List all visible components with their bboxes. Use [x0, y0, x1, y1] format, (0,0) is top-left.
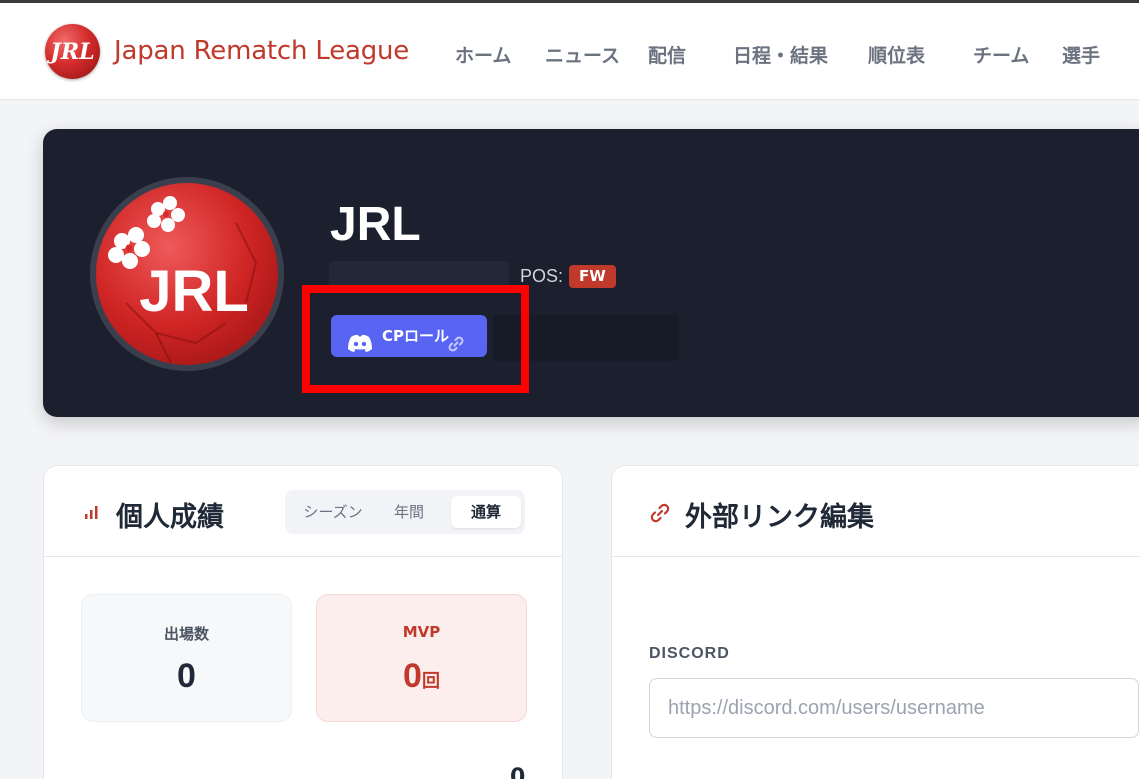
bar-chart-icon	[84, 504, 100, 524]
discord-url-input[interactable]	[649, 678, 1139, 738]
main-nav: ホーム ニュース 配信 日程・結果 順位表 チーム 選手	[0, 41, 1139, 67]
svg-text:JRL: JRL	[139, 259, 249, 324]
nav-home[interactable]: ホーム	[455, 41, 511, 68]
nav-stream[interactable]: 配信	[648, 41, 686, 68]
period-segmented-control: シーズン 年間 通算	[285, 490, 525, 534]
stat-value: 0	[177, 657, 196, 695]
tab-total[interactable]: 通算	[451, 496, 521, 528]
position-badge: FW	[569, 265, 616, 288]
stat-appearances: 出場数 0	[81, 594, 292, 722]
link-icon	[649, 502, 671, 528]
links-card: 外部リンク編集 DISCORD	[611, 465, 1139, 779]
player-hero: JRL JRL POS: FW CPロール	[43, 129, 1139, 417]
links-card-header: 外部リンク編集	[612, 466, 1139, 557]
nav-standings[interactable]: 順位表	[868, 41, 925, 68]
stats-card-header: 個人成績 シーズン 年間 通算	[44, 466, 562, 557]
site-header: JRL Japan Rematch League ホーム ニュース 配信 日程・…	[0, 3, 1139, 100]
highlight-box	[302, 285, 529, 393]
stat-value: 0回	[403, 657, 440, 695]
partial-stat-value: 0	[510, 765, 526, 779]
stats-card: 個人成績 シーズン 年間 通算 出場数 0 MVP 0回	[43, 465, 563, 779]
stat-label: MVP	[402, 623, 441, 641]
stat-label: 出場数	[163, 625, 209, 643]
avatar-image: JRL	[96, 183, 278, 365]
position-label: POS:	[520, 266, 564, 286]
nav-teams[interactable]: チーム	[973, 41, 1029, 68]
player-name: JRL	[330, 198, 421, 251]
discord-field-label: DISCORD	[649, 645, 730, 662]
tab-year[interactable]: 年間	[375, 496, 443, 528]
tab-season[interactable]: シーズン	[293, 496, 373, 528]
avatar: JRL	[90, 177, 284, 371]
nav-schedule[interactable]: 日程・結果	[733, 41, 828, 68]
links-card-title: 外部リンク編集	[685, 502, 874, 533]
nav-news[interactable]: ニュース	[545, 41, 620, 68]
stat-mvp: MVP 0回	[316, 594, 527, 722]
nav-players[interactable]: 選手	[1062, 41, 1100, 68]
stats-card-title: 個人成績	[116, 502, 224, 533]
stat-unit: 回	[421, 671, 440, 691]
